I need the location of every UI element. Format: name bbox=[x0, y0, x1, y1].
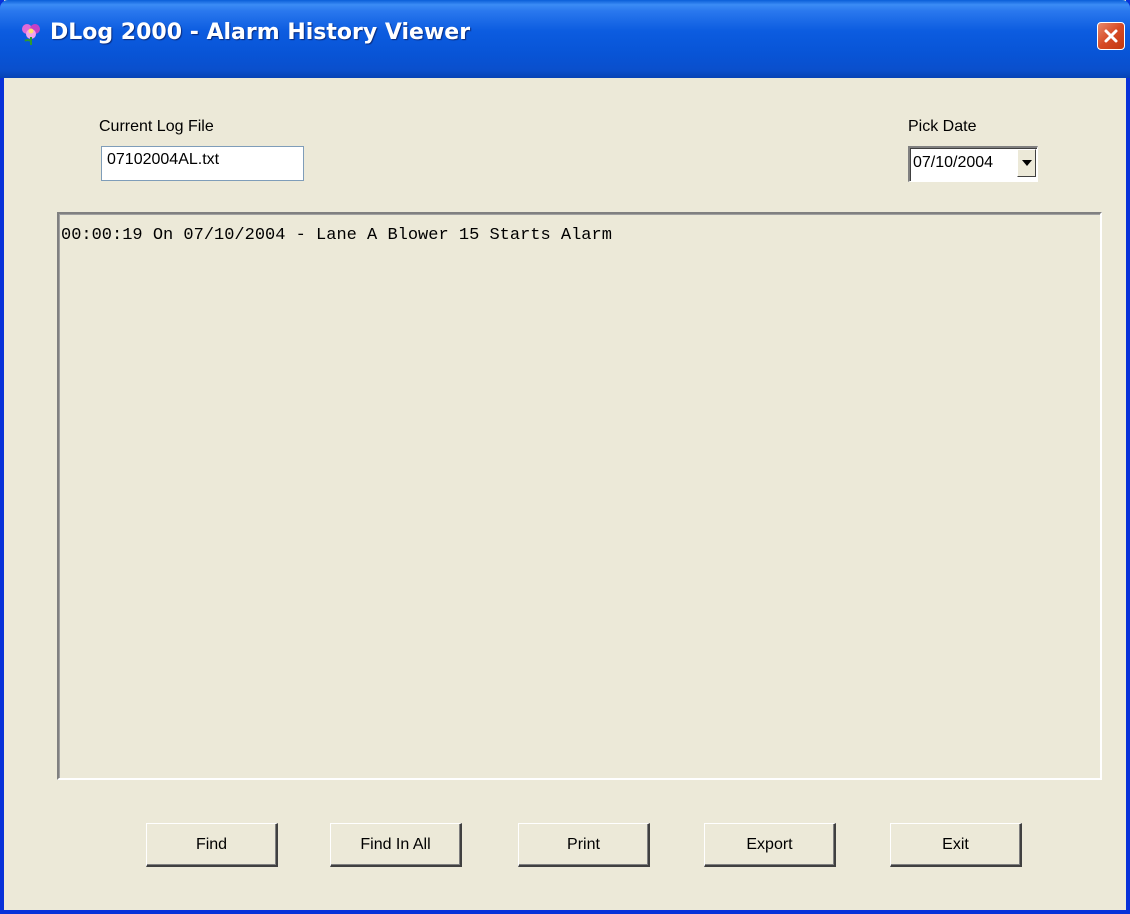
pick-date-combobox[interactable]: 07/10/2004 bbox=[908, 146, 1038, 182]
find-in-all-button[interactable]: Find In All bbox=[330, 823, 462, 867]
find-button[interactable]: Find bbox=[146, 823, 278, 867]
current-log-file-value: 07102004AL.txt bbox=[107, 151, 220, 168]
alarm-history-window: DLog 2000 - Alarm History Viewer Current… bbox=[0, 0, 1130, 914]
pick-date-dropdown-button[interactable] bbox=[1017, 149, 1036, 177]
window-title: DLog 2000 - Alarm History Viewer bbox=[50, 20, 471, 45]
export-button[interactable]: Export bbox=[704, 823, 836, 867]
pick-date-value: 07/10/2004 bbox=[913, 154, 994, 171]
log-entry[interactable]: 00:00:19 On 07/10/2004 - Lane A Blower 1… bbox=[61, 226, 612, 245]
close-button[interactable] bbox=[1097, 22, 1125, 50]
exit-button[interactable]: Exit bbox=[890, 823, 1022, 867]
current-log-file-label: Current Log File bbox=[99, 118, 214, 135]
current-log-file-field[interactable]: 07102004AL.txt bbox=[101, 146, 304, 181]
pick-date-label: Pick Date bbox=[908, 118, 977, 135]
app-flower-icon bbox=[20, 22, 42, 46]
print-button[interactable]: Print bbox=[518, 823, 650, 867]
alarm-log-list[interactable]: 00:00:19 On 07/10/2004 - Lane A Blower 1… bbox=[57, 212, 1102, 780]
title-bar[interactable]: DLog 2000 - Alarm History Viewer bbox=[0, 0, 1130, 78]
